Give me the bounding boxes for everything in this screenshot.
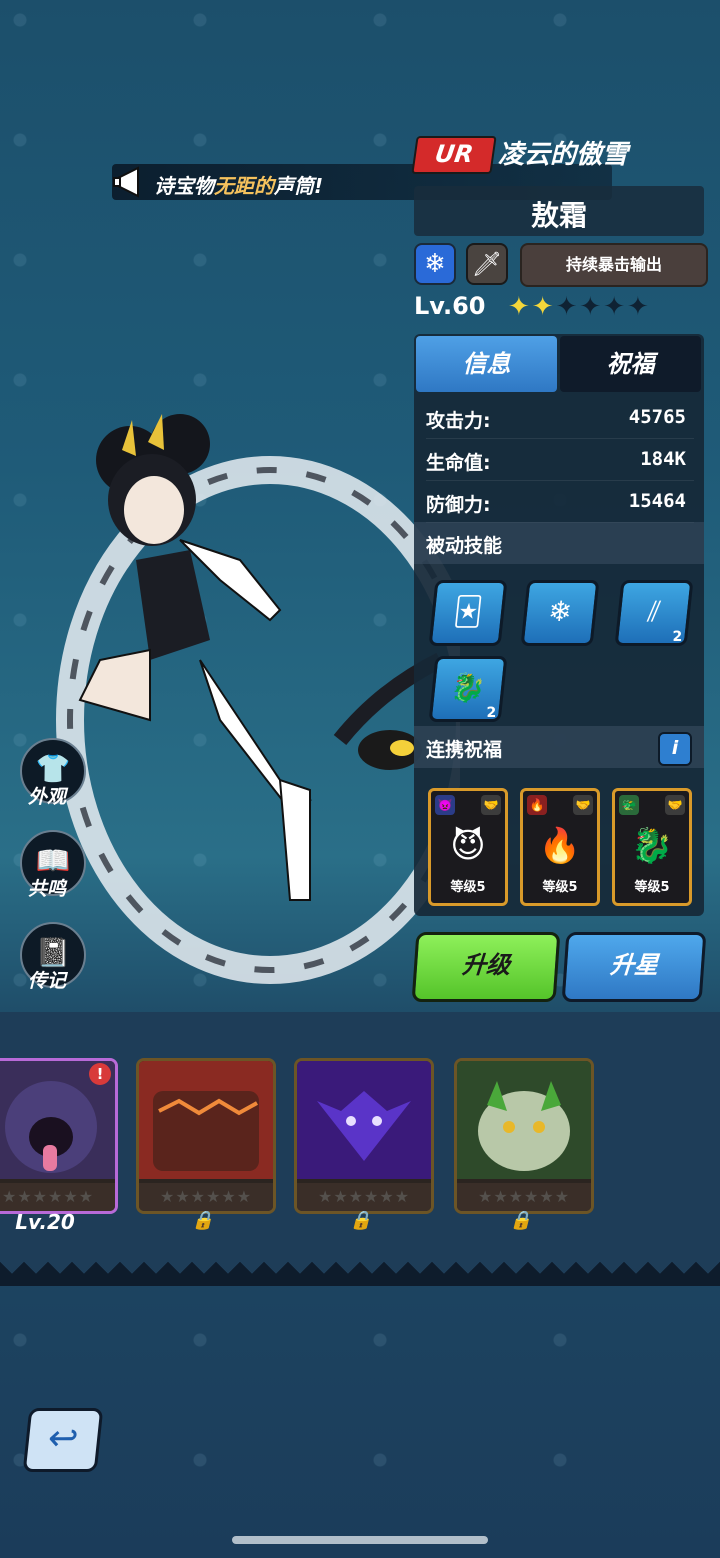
combo-blessing-header: 连携祝福 i	[414, 726, 704, 768]
panel-tabs: 信息 祝福	[414, 334, 704, 394]
void-dragon-icon	[297, 1061, 431, 1179]
tab-blessing[interactable]: 祝福	[560, 336, 701, 392]
home-indicator[interactable]	[232, 1536, 488, 1544]
combo-blessing-item[interactable]: 🔥 🤝 🔥 等级5	[520, 788, 600, 906]
stat-defense: 防御力: 15464	[426, 482, 694, 523]
rarity-badge: UR	[411, 136, 497, 174]
forest-spirit-icon	[457, 1061, 591, 1179]
lock-icon: 🔒	[191, 1210, 215, 1231]
pet-card-forest-spirit[interactable]: ★★★★★★	[454, 1058, 594, 1214]
megaphone-icon	[113, 166, 139, 198]
role-tag[interactable]: 持续暴击输出	[520, 243, 708, 287]
appearance-button[interactable]: 👕 外观	[20, 738, 86, 808]
tab-info[interactable]: 信息	[416, 336, 557, 392]
red-flame-icon: 🔥	[538, 826, 582, 866]
star-empty-icon: ✦	[579, 292, 604, 322]
resonance-button[interactable]: 📖 共鸣	[20, 830, 86, 900]
star-rating: ✦✦✦✦✦✦	[508, 292, 651, 322]
hero-info-panel: 信息 祝福 攻击力: 45765 生命值: 184K 防御力: 15464 被动…	[414, 334, 704, 916]
alert-badge: !	[89, 1063, 111, 1085]
flame-badge-icon: 🔥	[527, 795, 547, 815]
snowflake-icon[interactable]: ❄	[414, 243, 456, 285]
snowflakes-icon[interactable]: ❄	[520, 580, 600, 646]
star-up-button[interactable]: 升星	[561, 932, 707, 1002]
pet-card-purple-beast[interactable]: ★★★★★★ !	[0, 1058, 118, 1214]
combo-blessing-item[interactable]: 🐲 🤝 🐉 等级5	[612, 788, 692, 906]
handshake-icon: 🤝	[573, 795, 593, 815]
hero-name-bar: 敖霜	[414, 186, 704, 236]
combo-blessing-item[interactable]: 👿 🤝 😈 等级5	[428, 788, 508, 906]
pet-stars: ★★★★★★	[139, 1183, 273, 1211]
star-filled-icon: ✦	[508, 292, 532, 322]
sawtooth-divider	[0, 1262, 720, 1286]
sword-icon[interactable]: 🗡	[466, 243, 508, 285]
handshake-icon: 🤝	[481, 795, 501, 815]
stat-hp: 生命值: 184K	[426, 440, 694, 481]
passive-skills-header: 被动技能	[414, 522, 704, 564]
hero-character-art	[56, 414, 460, 984]
green-dragon-icon: 🐉	[630, 826, 674, 866]
lava-chest-icon	[139, 1061, 273, 1179]
back-button[interactable]: ↩	[22, 1408, 104, 1472]
pet-stars: ★★★★★★	[0, 1183, 115, 1211]
imp-badge-icon: 👿	[435, 795, 455, 815]
pet-stars: ★★★★★★	[457, 1183, 591, 1211]
dragon-emblem-icon[interactable]: 🐉 2	[428, 656, 508, 722]
pet-card-lava-chest[interactable]: ★★★★★★	[136, 1058, 276, 1214]
lock-icon: 🔒	[349, 1210, 373, 1231]
upgrade-button[interactable]: 升级	[411, 932, 561, 1002]
hero-level: Lv.60	[414, 292, 486, 320]
hero-title: 凌云的傲雪	[498, 140, 629, 170]
info-button[interactable]: i	[658, 732, 692, 766]
star-empty-icon: ✦	[626, 292, 651, 322]
purple-imp-icon: 😈	[450, 826, 486, 866]
pet-card-void-dragon[interactable]: ★★★★★★	[294, 1058, 434, 1214]
pet-stars: ★★★★★★	[297, 1183, 431, 1211]
back-arrow-icon: ↩	[45, 1418, 81, 1459]
stat-attack: 攻击力: 45765	[426, 398, 694, 439]
claw-slash-icon[interactable]: ⫽ 2	[614, 580, 694, 646]
star-empty-icon: ✦	[603, 292, 627, 322]
pet-level: Lv.20	[15, 1210, 75, 1234]
hero-name: 敖霜	[530, 199, 587, 232]
star-empty-icon: ✦	[555, 292, 580, 322]
handshake-icon: 🤝	[665, 795, 685, 815]
biography-button[interactable]: 📓 传记	[20, 922, 86, 992]
cards-icon[interactable]: 🃏	[428, 580, 508, 646]
lock-icon: 🔒	[509, 1210, 533, 1231]
dragon-badge-icon: 🐲	[619, 795, 639, 815]
star-filled-icon: ✦	[531, 292, 556, 322]
ticker-text: 诗宝物无距的声筒!	[154, 174, 324, 198]
